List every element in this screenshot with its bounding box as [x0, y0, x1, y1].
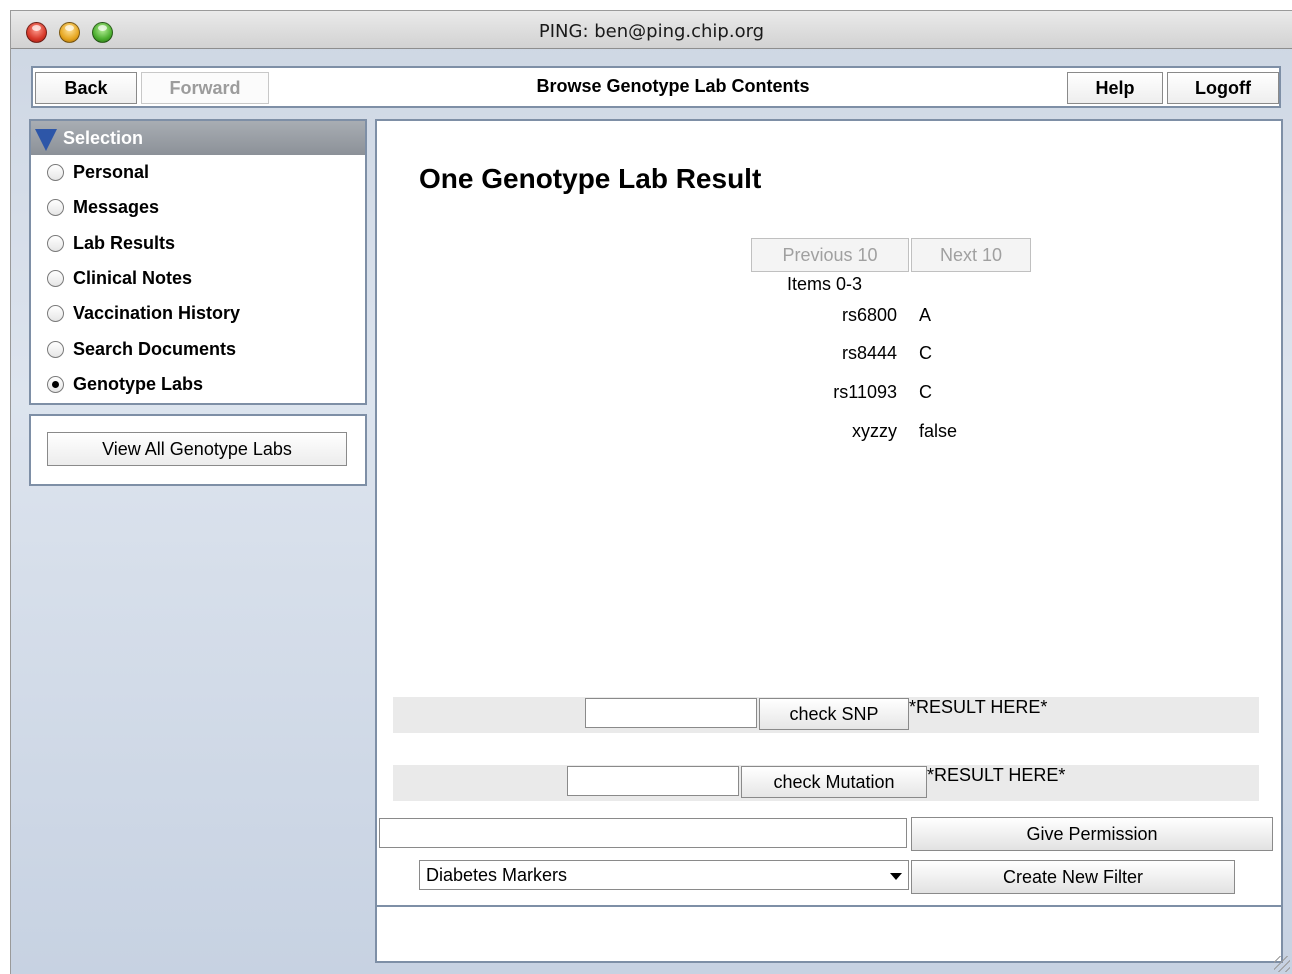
genotype-row: xyzzy false: [757, 421, 1057, 451]
view-all-genotype-labs-button[interactable]: View All Genotype Labs: [47, 432, 347, 466]
sidebar-item-vaccination-history[interactable]: Vaccination History: [31, 296, 365, 331]
check-snp-button[interactable]: check SNP: [759, 698, 909, 730]
window-title: PING: ben@ping.chip.org: [538, 21, 765, 42]
create-new-filter-button[interactable]: Create New Filter: [911, 860, 1235, 894]
snp-id: rs6800: [841, 305, 897, 325]
radio-button[interactable]: [47, 305, 64, 323]
next-10-button[interactable]: Next 10: [911, 238, 1031, 272]
permission-input[interactable]: [379, 818, 907, 848]
title-bar: PING: ben@ping.chip.org: [11, 11, 1292, 49]
sidebar-item-label: Search Documents: [73, 338, 237, 359]
radio-button[interactable]: [47, 340, 64, 358]
sidebar-item-label: Clinical Notes: [73, 268, 193, 289]
radio-button[interactable]: [47, 199, 64, 217]
sidebar-item-clinical-notes[interactable]: Clinical Notes: [31, 261, 365, 296]
result-title: One Genotype Lab Result: [419, 163, 762, 194]
filter-select[interactable]: Diabetes Markers: [419, 860, 909, 890]
sidebar-item-messages[interactable]: Messages: [31, 190, 365, 225]
snp-value: A: [919, 305, 932, 325]
sidebar-item-label: Genotype Labs: [73, 373, 204, 394]
help-button[interactable]: Help: [1067, 72, 1163, 104]
radio-button-selected[interactable]: [47, 375, 64, 393]
radio-button[interactable]: [47, 270, 64, 288]
sidebar-item-personal[interactable]: Personal: [31, 155, 365, 190]
snp-input[interactable]: [585, 698, 757, 728]
previous-10-button[interactable]: Previous 10: [751, 238, 909, 272]
sidebar-item-search-documents[interactable]: Search Documents: [31, 331, 365, 366]
mutation-result: *RESULT HERE*: [927, 765, 1066, 785]
sidebar-item-genotype-labs[interactable]: Genotype Labs: [31, 367, 365, 402]
snp-id: rs11093: [833, 382, 897, 402]
main-content: One Genotype Lab Result Previous 10 Next…: [375, 119, 1283, 907]
back-button[interactable]: Back: [35, 72, 137, 104]
app-window: PING: ben@ping.chip.org Back Forward Bro…: [10, 10, 1292, 974]
sidebar-item-label: Lab Results: [73, 232, 176, 253]
filter-select-value: Diabetes Markers: [426, 864, 568, 885]
items-range-label: Items 0-3: [787, 274, 863, 294]
dropdown-arrow-icon: [890, 873, 902, 880]
genotype-row: rs6800 A: [757, 305, 1057, 335]
sidebar-item-label: Personal: [73, 162, 150, 183]
view-all-panel: View All Genotype Labs: [29, 414, 367, 486]
status-panel: [375, 905, 1283, 963]
selection-panel: Selection Personal Messages Lab Results …: [29, 119, 367, 405]
radio-button[interactable]: [47, 234, 64, 252]
check-mutation-row: check Mutation *RESULT HERE*: [393, 765, 1259, 801]
collapse-triangle-icon[interactable]: [35, 129, 57, 151]
snp-result: *RESULT HERE*: [909, 697, 1048, 717]
sidebar-item-label: Vaccination History: [73, 303, 241, 324]
top-toolbar: Back Forward Browse Genotype Lab Content…: [31, 66, 1281, 108]
resize-grip-icon[interactable]: [1274, 956, 1290, 972]
snp-id: xyzzy: [852, 421, 897, 441]
genotype-row: rs8444 C: [757, 343, 1057, 373]
genotype-row: rs11093 C: [757, 382, 1057, 412]
radio-button[interactable]: [47, 164, 64, 182]
forward-button[interactable]: Forward: [141, 72, 269, 104]
snp-value: false: [919, 421, 958, 441]
mutation-input[interactable]: [567, 766, 739, 796]
snp-id: rs8444: [841, 343, 897, 363]
selection-header[interactable]: Selection: [31, 121, 365, 155]
give-permission-button[interactable]: Give Permission: [911, 817, 1273, 851]
sidebar-item-label: Messages: [73, 197, 160, 218]
sidebar-item-lab-results[interactable]: Lab Results: [31, 226, 365, 261]
check-mutation-button[interactable]: check Mutation: [741, 766, 927, 798]
snp-value: C: [919, 343, 932, 363]
check-snp-row: check SNP *RESULT HERE*: [393, 697, 1259, 733]
selection-header-label: Selection: [63, 127, 144, 148]
page-title: Browse Genotype Lab Contents: [536, 76, 810, 96]
snp-value: C: [919, 382, 932, 402]
logoff-button[interactable]: Logoff: [1167, 72, 1279, 104]
